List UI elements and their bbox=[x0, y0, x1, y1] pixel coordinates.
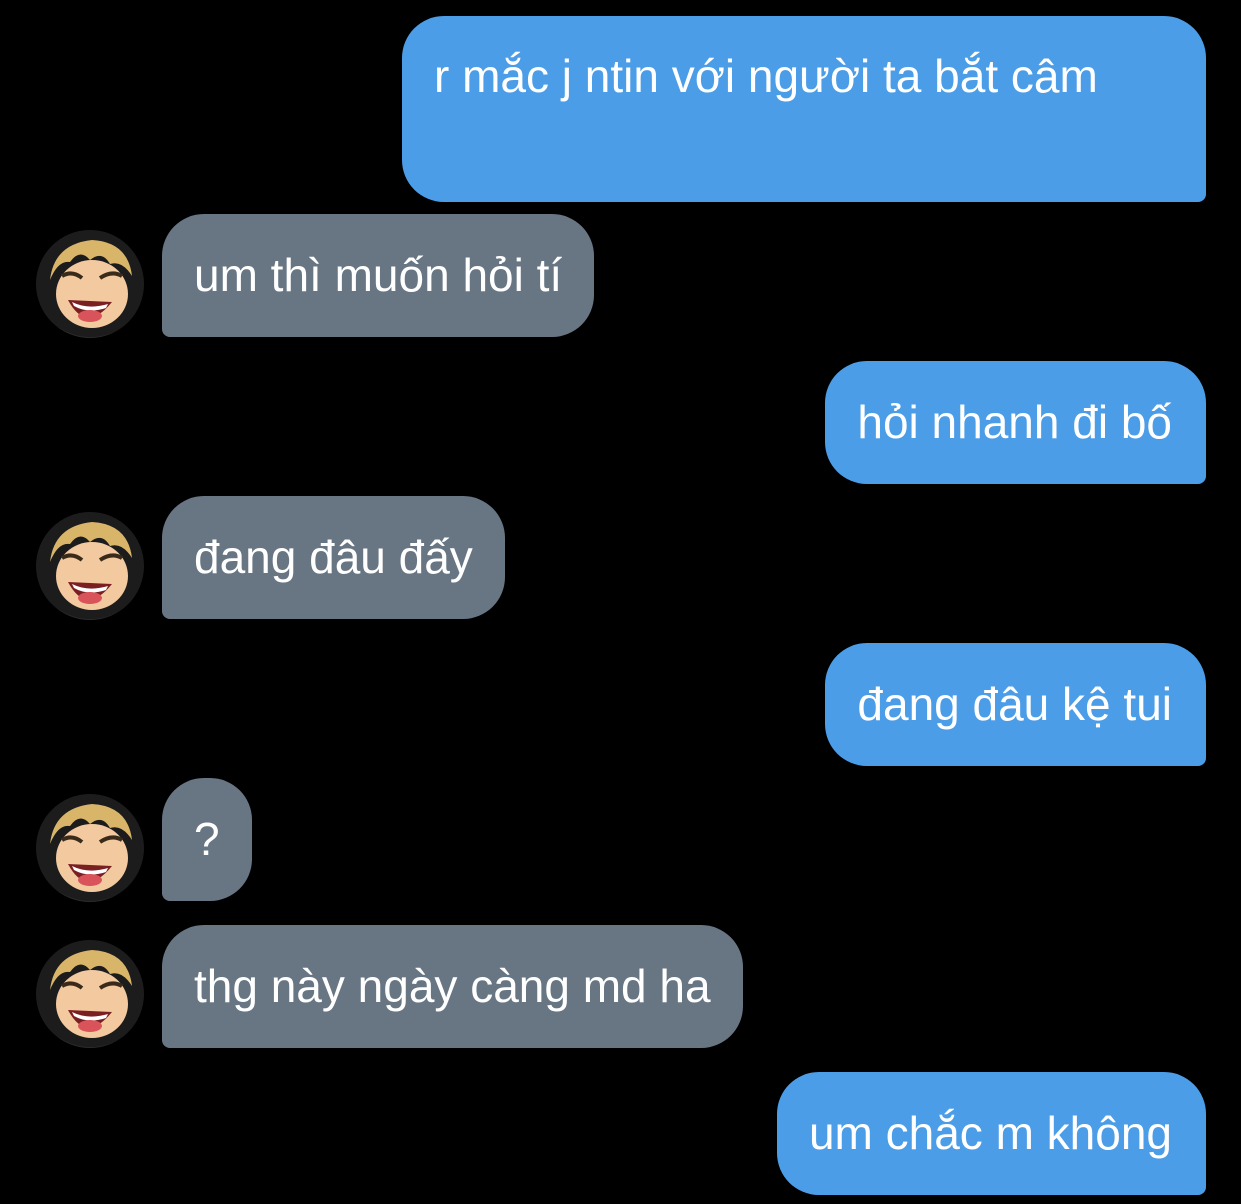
outgoing-message-bubble[interactable]: hỏi nhanh đi bố bbox=[825, 361, 1206, 484]
anime-laughing-boy-avatar-icon bbox=[36, 794, 144, 902]
outgoing-message-bubble[interactable]: r mắc j ntin với người ta bắt câm bbox=[402, 16, 1206, 202]
contact-avatar[interactable] bbox=[36, 940, 144, 1048]
contact-avatar[interactable] bbox=[36, 512, 144, 620]
message-text: đang đâu kệ tui bbox=[857, 678, 1172, 730]
outgoing-message-bubble[interactable]: um chắc m không bbox=[776, 1072, 1206, 1195]
incoming-message-bubble[interactable]: đang đâu đấy bbox=[162, 496, 505, 619]
message-text: hỏi nhanh đi bố bbox=[857, 396, 1172, 448]
contact-avatar[interactable] bbox=[36, 794, 144, 902]
message-text: ? bbox=[194, 813, 220, 865]
incoming-message-bubble[interactable]: um thì muốn hỏi tí bbox=[162, 214, 595, 337]
anime-laughing-boy-avatar-icon bbox=[36, 512, 144, 620]
anime-laughing-boy-avatar-icon bbox=[36, 940, 144, 1048]
incoming-message-bubble[interactable]: thg này ngày càng md ha bbox=[162, 925, 743, 1048]
chat-thread: r mắc j ntin với người ta bắt câm um thì… bbox=[0, 0, 1241, 1204]
contact-avatar[interactable] bbox=[36, 230, 144, 338]
message-text: thg này ngày càng md ha bbox=[194, 960, 711, 1012]
message-text: r mắc j ntin với người ta bắt câm bbox=[434, 50, 1098, 102]
anime-laughing-boy-avatar-icon bbox=[36, 230, 144, 338]
message-text: đang đâu đấy bbox=[194, 531, 473, 583]
outgoing-message-bubble[interactable]: đang đâu kệ tui bbox=[825, 643, 1206, 766]
message-text: um chắc m không bbox=[808, 1107, 1172, 1159]
incoming-message-bubble[interactable]: ? bbox=[162, 778, 252, 901]
message-text: um thì muốn hỏi tí bbox=[194, 249, 563, 301]
